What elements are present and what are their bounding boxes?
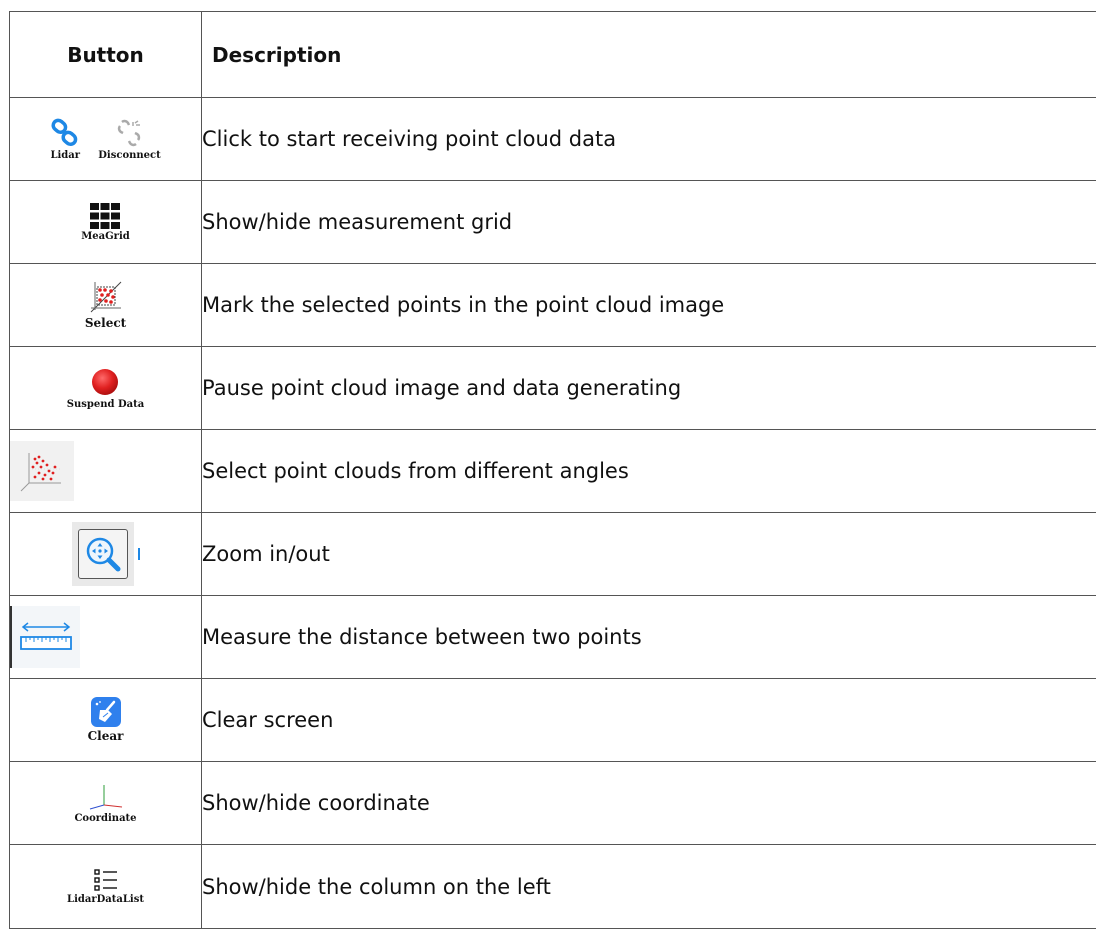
icon-cell <box>10 596 202 679</box>
description-cell: Mark the selected points in the point cl… <box>202 264 1096 347</box>
meagrid-caption: MeaGrid <box>81 231 130 242</box>
axes-icon <box>86 783 126 811</box>
select-button[interactable]: Select <box>85 280 126 330</box>
select-points-icon <box>89 280 123 314</box>
broom-icon <box>91 697 121 727</box>
description-cell: Measure the distance between two points <box>202 596 1096 679</box>
disconnect-caption: Disconnect <box>98 150 160 161</box>
description-cell: Show/hide coordinate <box>202 762 1096 845</box>
description-cell: Show/hide the column on the left <box>202 845 1096 929</box>
clear-button[interactable]: Clear <box>88 697 124 743</box>
lidar-caption: Lidar <box>50 150 80 161</box>
red-dot-icon <box>90 367 120 397</box>
table-row: Select point clouds from different angle… <box>10 430 1096 513</box>
icon-cell: Select <box>10 264 202 347</box>
coordinate-caption: Coordinate <box>74 813 136 824</box>
broken-link-icon <box>114 118 144 148</box>
clear-caption: Clear <box>88 729 124 743</box>
description-cell: Clear screen <box>202 679 1096 762</box>
icon-cell <box>10 513 202 596</box>
lidar-button[interactable]: Lidar <box>50 118 80 161</box>
zoom-button[interactable] <box>72 522 134 586</box>
ruler-icon <box>18 619 74 655</box>
table-row: Zoom in/out <box>10 513 1096 596</box>
lidar-data-list-button[interactable]: LidarDataList <box>67 868 144 905</box>
icon-cell: LidarDataList <box>10 845 202 929</box>
table-row: MeaGrid Show/hide measurement grid <box>10 181 1096 264</box>
icon-cell: Coordinate <box>10 762 202 845</box>
icon-cell: Clear <box>10 679 202 762</box>
description-cell: Zoom in/out <box>202 513 1096 596</box>
suspend-data-caption: Suspend Data <box>67 399 144 410</box>
coordinate-button[interactable]: Coordinate <box>74 783 136 824</box>
table-row: Coordinate Show/hide coordinate <box>10 762 1096 845</box>
disconnect-button[interactable]: Disconnect <box>98 118 160 161</box>
select-caption: Select <box>85 316 126 330</box>
table-row: Select Mark the selected points in the p… <box>10 264 1096 347</box>
zoom-icon <box>83 534 123 574</box>
link-icon <box>50 118 80 148</box>
button-description-table: Button Description Lidar <box>9 11 1096 929</box>
list-icon <box>93 868 119 892</box>
header-row: Button Description <box>10 12 1096 98</box>
grid-icon <box>90 203 120 229</box>
table-row: Suspend Data Pause point cloud image and… <box>10 347 1096 430</box>
description-cell: Click to start receiving point cloud dat… <box>202 98 1096 181</box>
description-cell: Pause point cloud image and data generat… <box>202 347 1096 430</box>
table-row: Lidar Disconnect Click to start <box>10 98 1096 181</box>
table-row: LidarDataList Show/hide the column on th… <box>10 845 1096 929</box>
header-button: Button <box>10 12 202 98</box>
measure-button[interactable] <box>10 606 80 668</box>
icon-cell <box>10 430 202 513</box>
suspend-data-button[interactable]: Suspend Data <box>67 367 144 410</box>
icon-cell: MeaGrid <box>10 181 202 264</box>
icon-cell: Lidar Disconnect <box>10 98 202 181</box>
icon-cell: Suspend Data <box>10 347 202 430</box>
table-row: Clear Clear screen <box>10 679 1096 762</box>
point-cloud-angle-button[interactable] <box>10 441 74 501</box>
description-cell: Show/hide measurement grid <box>202 181 1096 264</box>
lidar-data-list-caption: LidarDataList <box>67 894 144 905</box>
header-description: Description <box>202 12 1096 98</box>
description-cell: Select point clouds from different angle… <box>202 430 1096 513</box>
point-cloud-angle-icon <box>19 449 65 493</box>
meagrid-button[interactable]: MeaGrid <box>81 203 130 242</box>
table-row: Measure the distance between two points <box>10 596 1096 679</box>
